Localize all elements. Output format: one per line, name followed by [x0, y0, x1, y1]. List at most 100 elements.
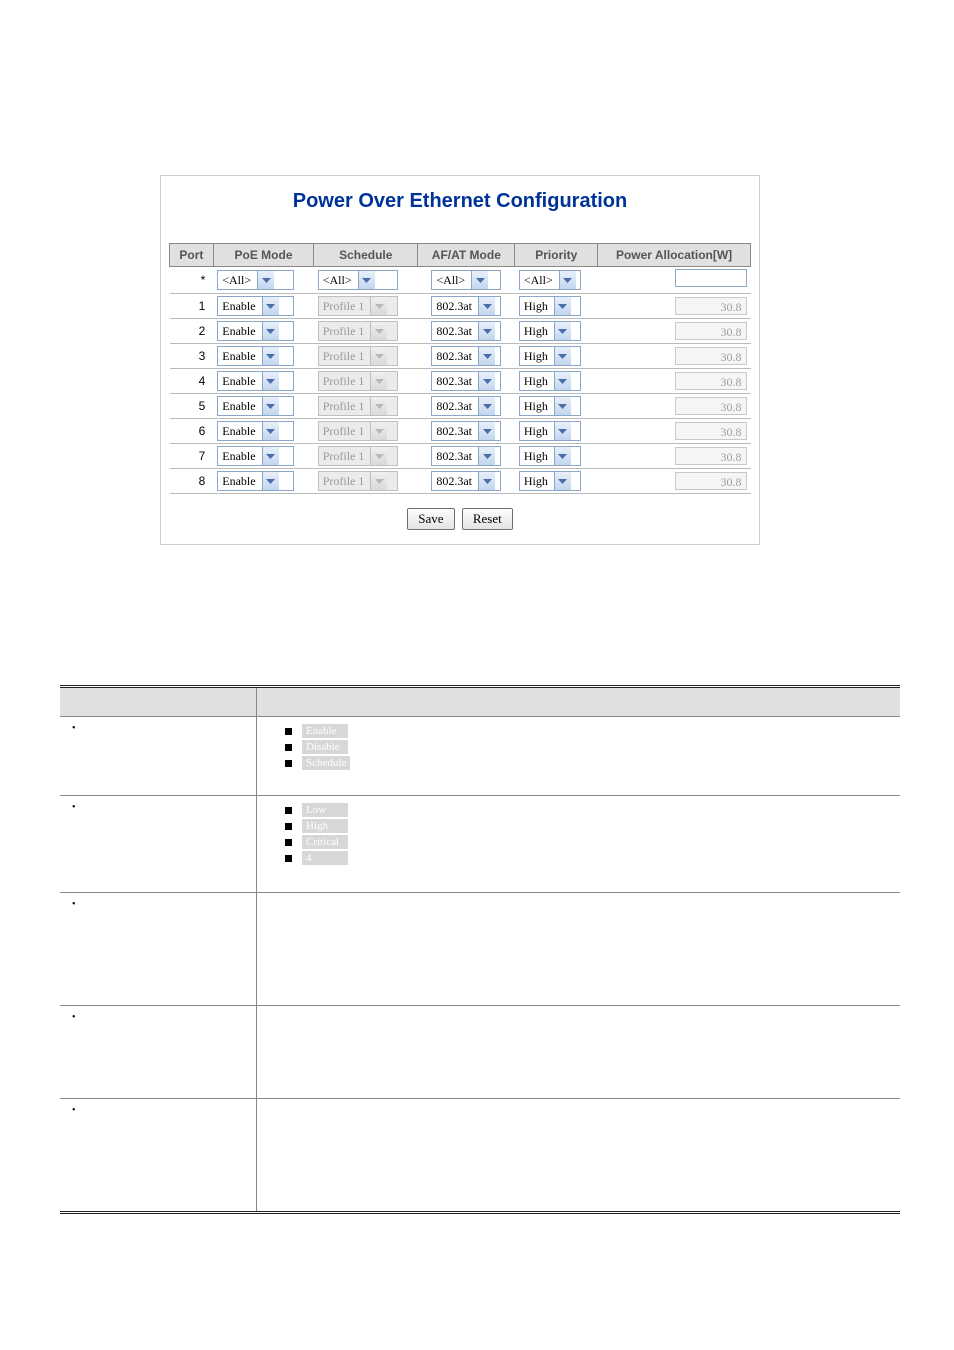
- power-alloc-input-3[interactable]: 30.8: [675, 347, 747, 365]
- poe-mode-select-5[interactable]: Enable: [217, 396, 294, 416]
- priority-select-5[interactable]: High: [519, 396, 581, 416]
- desc-object: AF/AT Mode: [86, 899, 150, 913]
- poe-mode-select-5-value: Enable: [218, 397, 261, 415]
- priority-select-6[interactable]: High: [519, 421, 581, 441]
- desc-chip: High: [302, 819, 348, 833]
- af-at-mode-select-3[interactable]: 802.3at: [431, 346, 501, 366]
- chevron-down-icon: [358, 271, 375, 289]
- square-bullet-icon: [285, 823, 292, 830]
- chevron-down-icon: [370, 397, 387, 415]
- desc-chip: Enable: [302, 724, 348, 738]
- priority-select-8-value: High: [520, 472, 554, 490]
- poe-mode-select-all[interactable]: <All>: [217, 270, 294, 290]
- desc-object: Priority: [86, 802, 123, 816]
- chevron-down-icon: [471, 271, 488, 289]
- af-at-mode-select-4-value: 802.3at: [432, 372, 478, 390]
- port-cell: 6: [170, 419, 214, 444]
- chevron-down-icon: [370, 422, 387, 440]
- af-at-mode-select-2[interactable]: 802.3at: [431, 321, 501, 341]
- af-at-mode-select-3-value: 802.3at: [432, 347, 478, 365]
- square-bullet-icon: [285, 839, 292, 846]
- priority-select-4-value: High: [520, 372, 554, 390]
- chevron-down-icon: [478, 447, 495, 465]
- schedule-select-8-value: Profile 1: [319, 472, 371, 490]
- power-alloc-input-8[interactable]: 30.8: [675, 472, 747, 490]
- bullet-icon: •: [68, 1012, 86, 1023]
- af-at-mode-select-4[interactable]: 802.3at: [431, 371, 501, 391]
- priority-select-2[interactable]: High: [519, 321, 581, 341]
- poe-mode-select-2[interactable]: Enable: [217, 321, 294, 341]
- power-alloc-input-7[interactable]: 30.8: [675, 447, 747, 465]
- schedule-select-all[interactable]: <All>: [318, 270, 398, 290]
- chevron-down-icon: [554, 297, 571, 315]
- schedule-select-1-value: Profile 1: [319, 297, 371, 315]
- col-priority: Priority: [515, 244, 598, 267]
- chevron-down-icon: [370, 347, 387, 365]
- poe-config-panel: Power Over Ethernet Configuration Port P…: [160, 175, 760, 545]
- priority-select-all[interactable]: <All>: [519, 270, 581, 290]
- priority-select-7[interactable]: High: [519, 446, 581, 466]
- chevron-down-icon: [554, 347, 571, 365]
- poe-mode-select-6[interactable]: Enable: [217, 421, 294, 441]
- chevron-down-icon: [257, 271, 274, 289]
- chevron-down-icon: [559, 271, 576, 289]
- desc-chip: Low: [302, 803, 348, 817]
- chevron-down-icon: [554, 372, 571, 390]
- chevron-down-icon: [554, 397, 571, 415]
- power-alloc-input-4[interactable]: 30.8: [675, 372, 747, 390]
- af-at-mode-select-7[interactable]: 802.3at: [431, 446, 501, 466]
- chevron-down-icon: [370, 297, 387, 315]
- schedule-select-7: Profile 1: [318, 446, 398, 466]
- priority-select-4[interactable]: High: [519, 371, 581, 391]
- table-row-all: *<All><All><All><All>: [170, 267, 751, 294]
- af-at-mode-select-1[interactable]: 802.3at: [431, 296, 501, 316]
- priority-select-8[interactable]: High: [519, 471, 581, 491]
- table-row: 5EnableProfile 1802.3atHigh30.8: [170, 394, 751, 419]
- poe-mode-select-8[interactable]: Enable: [217, 471, 294, 491]
- power-alloc-input-2[interactable]: 30.8: [675, 322, 747, 340]
- poe-mode-select-4[interactable]: Enable: [217, 371, 294, 391]
- chevron-down-icon: [478, 372, 495, 390]
- af-at-mode-select-8[interactable]: 802.3at: [431, 471, 501, 491]
- schedule-select-6-value: Profile 1: [319, 422, 371, 440]
- chevron-down-icon: [262, 472, 279, 490]
- desc-object: Power Allocation: [86, 1105, 170, 1119]
- desc-object: Priority2: [86, 1012, 129, 1026]
- af-at-mode-select-5[interactable]: 802.3at: [431, 396, 501, 416]
- chevron-down-icon: [478, 347, 495, 365]
- chevron-down-icon: [478, 322, 495, 340]
- af-at-mode-select-7-value: 802.3at: [432, 447, 478, 465]
- poe-mode-select-1[interactable]: Enable: [217, 296, 294, 316]
- af-at-mode-select-all[interactable]: <All>: [431, 270, 501, 290]
- chevron-down-icon: [478, 297, 495, 315]
- chevron-down-icon: [478, 472, 495, 490]
- priority-select-3[interactable]: High: [519, 346, 581, 366]
- chevron-down-icon: [554, 472, 571, 490]
- poe-mode-select-3[interactable]: Enable: [217, 346, 294, 366]
- save-button[interactable]: Save: [407, 508, 454, 530]
- chevron-down-icon: [262, 372, 279, 390]
- power-alloc-input-1[interactable]: 30.8: [675, 297, 747, 315]
- col-port: Port: [170, 244, 214, 267]
- port-cell: 1: [170, 294, 214, 319]
- reset-button[interactable]: Reset: [462, 508, 513, 530]
- power-alloc-input-all[interactable]: [675, 269, 747, 287]
- power-alloc-input-5[interactable]: 30.8: [675, 397, 747, 415]
- schedule-select-7-value: Profile 1: [319, 447, 371, 465]
- af-at-mode-select-6[interactable]: 802.3at: [431, 421, 501, 441]
- poe-mode-select-3-value: Enable: [218, 347, 261, 365]
- poe-mode-select-2-value: Enable: [218, 322, 261, 340]
- poe-mode-select-7[interactable]: Enable: [217, 446, 294, 466]
- priority-select-1[interactable]: High: [519, 296, 581, 316]
- table-row: 2EnableProfile 1802.3atHigh30.8: [170, 319, 751, 344]
- chevron-down-icon: [262, 297, 279, 315]
- port-cell: *: [170, 267, 214, 294]
- power-alloc-input-6[interactable]: 30.8: [675, 422, 747, 440]
- table-row: 1Enable Profile 1 802.3at High 30.8: [170, 294, 751, 319]
- bullet-icon: •: [68, 899, 86, 910]
- chevron-down-icon: [262, 422, 279, 440]
- poe-mode-select-8-value: Enable: [218, 472, 261, 490]
- desc-row: •Power Allocation: [60, 1099, 900, 1213]
- table-row: 4EnableProfile 1802.3atHigh30.8: [170, 369, 751, 394]
- priority-select-7-value: High: [520, 447, 554, 465]
